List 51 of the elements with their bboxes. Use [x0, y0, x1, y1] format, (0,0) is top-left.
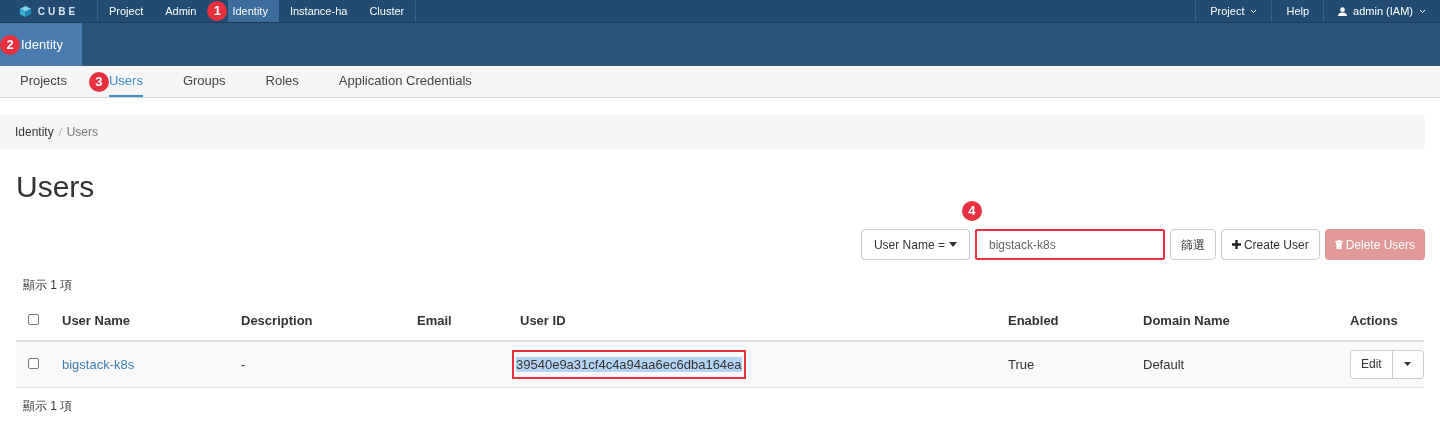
user-menu[interactable]: admin (IAM) — [1323, 0, 1440, 22]
page-title: Users — [15, 169, 96, 205]
project-menu[interactable]: Project — [1195, 0, 1272, 22]
table-cell: True — [1008, 356, 1035, 372]
table-cell: - — [241, 356, 246, 372]
nav-tab[interactable]: Instance-ha — [278, 0, 359, 22]
brand-name: CUBE — [37, 4, 79, 19]
filter-select[interactable]: User Name = — [860, 229, 970, 260]
plus-icon — [1231, 240, 1241, 249]
column-header: Enabled — [1008, 313, 1059, 329]
checkbox[interactable] — [28, 314, 39, 326]
nav-tab[interactable]: Admin — [154, 0, 208, 22]
item-count: 顯示 1 項 — [22, 277, 74, 294]
step-marker: 4 — [961, 201, 982, 221]
checkbox[interactable] — [28, 357, 39, 369]
trash-icon — [1334, 240, 1343, 249]
cube-logo-icon — [18, 4, 32, 18]
caret-icon — [1404, 362, 1412, 367]
item-count: 顯示 1 項 — [22, 397, 74, 415]
help-link[interactable]: Help — [1271, 0, 1324, 22]
person-icon — [1338, 6, 1348, 16]
section-tab[interactable]: Projects — [20, 66, 67, 97]
section-tab[interactable]: Groups — [182, 66, 226, 97]
step-marker: 3 — [88, 71, 109, 92]
caret-icon — [948, 242, 957, 247]
user-name-link[interactable]: bigstack-k8s — [62, 356, 135, 372]
nav-tab[interactable]: Project — [98, 0, 155, 22]
breadcrumb-link[interactable]: Identity — [15, 123, 54, 141]
chevron-icon — [1419, 8, 1426, 14]
table-cell: Default — [1143, 356, 1185, 372]
create-user-button[interactable]: Create User — [1220, 229, 1320, 260]
step-marker: 1 — [207, 1, 228, 21]
column-header: Description — [241, 313, 313, 329]
edit-button[interactable]: Edit — [1351, 350, 1393, 378]
chevron-icon — [1250, 8, 1258, 14]
section-tab[interactable]: Application Credentials — [338, 66, 472, 97]
section-tab[interactable]: Roles — [265, 66, 299, 97]
breadcrumb-link[interactable]: Users — [66, 123, 99, 141]
edit-split-button[interactable]: Edit — [1350, 349, 1424, 379]
nav-tab[interactable]: Cluster — [358, 0, 417, 22]
user-id-text: 39540e9a31cf4c4a94aa6ec6dba164ea — [516, 356, 742, 372]
column-header: Domain Name — [1143, 313, 1230, 329]
filter-button[interactable]: 篩選 — [1169, 229, 1216, 260]
column-header: Actions — [1350, 313, 1398, 329]
panel-tab[interactable]: Identity — [20, 23, 82, 66]
column-header: Email — [417, 313, 452, 329]
nav-tab[interactable]: Identity — [228, 0, 279, 22]
column-header: User ID — [520, 313, 566, 329]
column-header: User Name — [62, 313, 130, 329]
step-marker: 2 — [0, 34, 20, 55]
filter-field[interactable]: bigstack-k8s — [974, 229, 1165, 260]
